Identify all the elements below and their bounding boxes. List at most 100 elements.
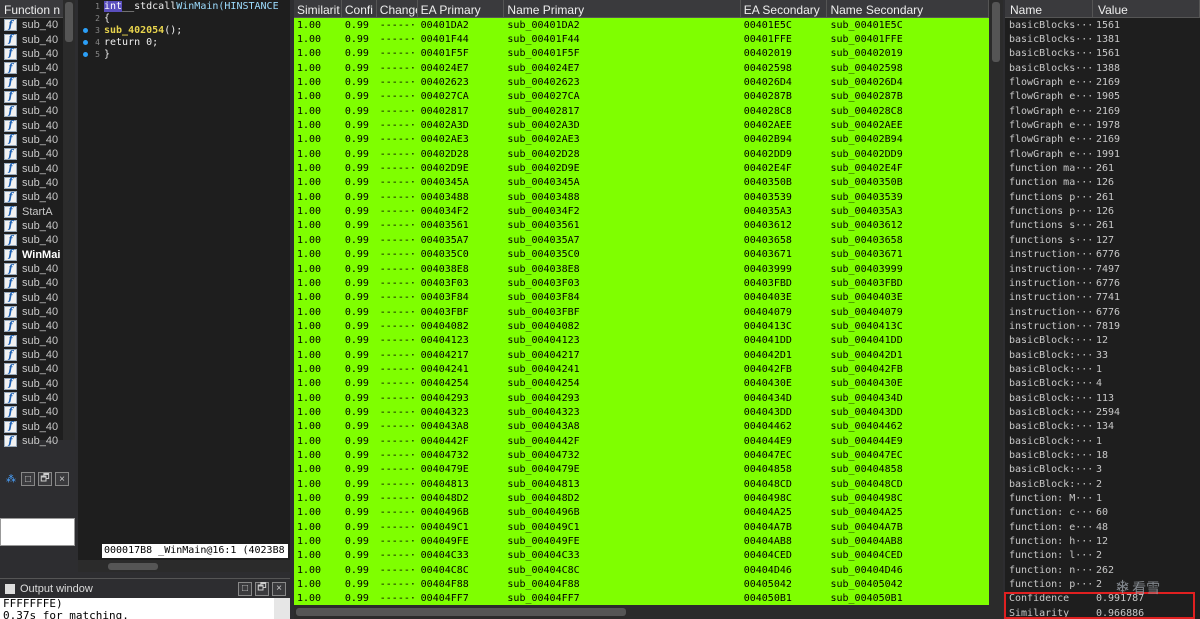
- property-row[interactable]: function: n··· 262: [1005, 563, 1200, 577]
- graph-icon[interactable]: ⁂: [4, 472, 18, 486]
- property-row[interactable]: flowGraph e··· 2169: [1005, 75, 1200, 89]
- column-header[interactable]: EA Secondary: [741, 0, 828, 17]
- property-row[interactable]: instruction··· 6776: [1005, 305, 1200, 319]
- property-row[interactable]: functions p··· 126: [1005, 204, 1200, 218]
- code-line[interactable]: 4 return 0;: [78, 36, 290, 48]
- property-row[interactable]: function ma··· 126: [1005, 176, 1200, 190]
- table-row[interactable]: 1.00 0.99 -----···00404293 sub_00404293 0040…: [294, 391, 989, 405]
- table-row[interactable]: 1.00 0.99 -----···004027CA sub_004027CA 0040…: [294, 90, 989, 104]
- table-row[interactable]: 1.00 0.99 -----···00404FF7 sub_00404FF7 0040…: [294, 592, 989, 605]
- table-row[interactable]: 1.00 0.99 -----···004024E7 sub_004024E7 0040…: [294, 61, 989, 75]
- table-row[interactable]: 1.00 0.99 -----···00404241 sub_00404241 0040…: [294, 362, 989, 376]
- table-row[interactable]: 1.00 0.99 -----···004043A8 sub_004043A8 0040…: [294, 420, 989, 434]
- property-row[interactable]: basicBlocks··· 1388: [1005, 61, 1200, 75]
- property-row[interactable]: instruction··· 7741: [1005, 291, 1200, 305]
- table-row[interactable]: 1.00 0.99 -----···00404C33 sub_00404C33 0040…: [294, 549, 989, 563]
- property-row[interactable]: basicBlock:··· 1: [1005, 362, 1200, 376]
- table-row[interactable]: 1.00 0.99 -----···00404732 sub_00404732 0040…: [294, 448, 989, 462]
- table-hscrollbar[interactable]: [294, 605, 1003, 619]
- table-row[interactable]: 1.00 0.99 -----···0040345A sub_0040345A 0040…: [294, 176, 989, 190]
- column-header[interactable]: Name Secondary: [827, 0, 989, 17]
- property-row[interactable]: basicBlock:··· 2: [1005, 477, 1200, 491]
- property-row[interactable]: functions s··· 127: [1005, 233, 1200, 247]
- property-row[interactable]: instruction··· 7497: [1005, 262, 1200, 276]
- pseudocode-view[interactable]: 1 int __stdcall WinMain(HINSTANCE 2{3 sub_…: [78, 0, 290, 560]
- property-row[interactable]: flowGraph e··· 1978: [1005, 118, 1200, 132]
- property-row[interactable]: basicBlocks··· 1381: [1005, 32, 1200, 46]
- column-header[interactable]: Name Primary: [504, 0, 741, 17]
- property-row[interactable]: basicBlock:··· 4: [1005, 377, 1200, 391]
- property-row[interactable]: function ma··· 261: [1005, 161, 1200, 175]
- property-row[interactable]: basicBlocks··· 1561: [1005, 18, 1200, 32]
- scrollbar-thumb[interactable]: [992, 2, 1000, 62]
- column-header[interactable]: EA Primary: [418, 0, 505, 17]
- property-row[interactable]: basicBlocks··· 1561: [1005, 47, 1200, 61]
- table-row[interactable]: 1.00 0.99 -----···00403F84 sub_00403F84 0040…: [294, 291, 989, 305]
- table-row[interactable]: 1.00 0.99 -----···00402D28 sub_00402D28 0040…: [294, 147, 989, 161]
- property-row[interactable]: function: e··· 48: [1005, 520, 1200, 534]
- property-row[interactable]: flowGraph e··· 2169: [1005, 133, 1200, 147]
- property-row[interactable]: basicBlock:··· 134: [1005, 420, 1200, 434]
- pseudocode-hscrollbar[interactable]: [78, 560, 290, 572]
- table-row[interactable]: 1.00 0.99 -----···004035A7 sub_004035A7 0040…: [294, 233, 989, 247]
- table-row[interactable]: 1.00 0.99 -----···00404123 sub_00404123 0040…: [294, 334, 989, 348]
- table-row[interactable]: 1.00 0.99 -----···00402817 sub_00402817 0040…: [294, 104, 989, 118]
- property-row[interactable]: basicBlock:··· 12: [1005, 334, 1200, 348]
- table-row[interactable]: 1.00 0.99 -----···004049C1 sub_004049C1 0040…: [294, 520, 989, 534]
- code-line[interactable]: 2{: [78, 12, 290, 24]
- restore-button[interactable]: 🗗: [255, 581, 269, 596]
- table-row[interactable]: 1.00 0.99 -----···00404254 sub_00404254 0040…: [294, 377, 989, 391]
- column-header[interactable]: Similarit: [294, 0, 342, 17]
- property-row[interactable]: functions p··· 261: [1005, 190, 1200, 204]
- table-row[interactable]: 1.00 0.99 -----···00404217 sub_00404217 0040…: [294, 348, 989, 362]
- table-row[interactable]: 1.00 0.99 -----···00404082 sub_00404082 0040…: [294, 319, 989, 333]
- table-row[interactable]: 1.00 0.99 -----···00403488 sub_00403488 0040…: [294, 190, 989, 204]
- table-row[interactable]: 1.00 0.99 -----···00402D9E sub_00402D9E 0040…: [294, 161, 989, 175]
- functions-scrollbar[interactable]: [63, 0, 75, 440]
- table-row[interactable]: 1.00 0.99 -----···0040442F sub_0040442F 0040…: [294, 434, 989, 448]
- column-header[interactable]: Name: [1005, 0, 1093, 17]
- table-row[interactable]: 1.00 0.99 -----···00404323 sub_00404323 0040…: [294, 405, 989, 419]
- property-row[interactable]: basicBlock:··· 1: [1005, 434, 1200, 448]
- table-row[interactable]: 1.00 0.99 -----···0040479E sub_0040479E 0040…: [294, 463, 989, 477]
- column-header[interactable]: Confi: [342, 0, 377, 17]
- property-row[interactable]: function: M··· 1: [1005, 491, 1200, 505]
- table-row[interactable]: 1.00 0.99 -----···0040496B sub_0040496B 0040…: [294, 506, 989, 520]
- property-row[interactable]: flowGraph e··· 1905: [1005, 90, 1200, 104]
- table-row[interactable]: 1.00 0.99 -----···004049FE sub_004049FE 0040…: [294, 534, 989, 548]
- scrollbar-thumb[interactable]: [296, 608, 626, 616]
- restore-button[interactable]: 🗗: [38, 472, 52, 486]
- maximize-button[interactable]: □: [21, 472, 35, 486]
- property-row[interactable]: instruction··· 7819: [1005, 319, 1200, 333]
- scrollbar-thumb[interactable]: [65, 2, 73, 42]
- scrollbar-thumb[interactable]: [108, 563, 158, 570]
- property-row[interactable]: basicBlock:··· 2594: [1005, 405, 1200, 419]
- property-row[interactable]: functions s··· 261: [1005, 219, 1200, 233]
- table-row[interactable]: 1.00 0.99 -----···00404813 sub_00404813 0040…: [294, 477, 989, 491]
- table-row[interactable]: 1.00 0.99 -----···00404C8C sub_00404C8C 0040…: [294, 563, 989, 577]
- property-row[interactable]: flowGraph e··· 1991: [1005, 147, 1200, 161]
- table-row[interactable]: 1.00 0.99 -----···00403561 sub_00403561 0040…: [294, 219, 989, 233]
- property-row[interactable]: function: c··· 60: [1005, 506, 1200, 520]
- property-row[interactable]: function: h··· 12: [1005, 534, 1200, 548]
- filter-box[interactable]: [0, 518, 75, 546]
- table-row[interactable]: 1.00 0.99 -----···00402623 sub_00402623 0040…: [294, 75, 989, 89]
- property-row[interactable]: basicBlock:··· 33: [1005, 348, 1200, 362]
- property-row[interactable]: function: p··· 2: [1005, 577, 1200, 591]
- table-row[interactable]: 1.00 0.99 -----···00401F5F sub_00401F5F 0040…: [294, 47, 989, 61]
- property-row[interactable]: basicBlock:··· 113: [1005, 391, 1200, 405]
- close-button[interactable]: ×: [272, 581, 286, 596]
- property-row[interactable]: basicBlock:··· 3: [1005, 463, 1200, 477]
- table-row[interactable]: 1.00 0.99 -----···004035C0 sub_004035C0 0040…: [294, 248, 989, 262]
- close-button[interactable]: ×: [55, 472, 69, 486]
- table-vscrollbar[interactable]: [989, 0, 1003, 605]
- table-row[interactable]: 1.00 0.99 -----···00401F44 sub_00401F44 0040…: [294, 32, 989, 46]
- property-row[interactable]: instruction··· 6776: [1005, 276, 1200, 290]
- property-row[interactable]: basicBlock:··· 18: [1005, 448, 1200, 462]
- property-row[interactable]: flowGraph e··· 2169: [1005, 104, 1200, 118]
- column-header[interactable]: Change: [377, 0, 418, 17]
- maximize-button[interactable]: □: [238, 581, 252, 596]
- column-header[interactable]: Value: [1093, 0, 1200, 17]
- property-row[interactable]: instruction··· 6776: [1005, 248, 1200, 262]
- table-row[interactable]: 1.00 0.99 -----···00403F03 sub_00403F03 0040…: [294, 276, 989, 290]
